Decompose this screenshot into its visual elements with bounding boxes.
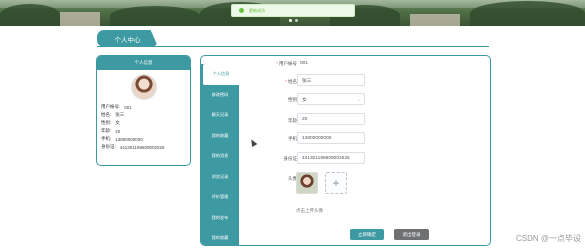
plus-icon: + — [332, 176, 340, 190]
banner-tree — [470, 1, 585, 26]
info-label: 用户帐号: — [101, 104, 121, 109]
name-input[interactable]: 张三 — [297, 74, 365, 86]
menu-item-chat-history[interactable]: 聊天记录 — [201, 105, 239, 126]
info-row: 姓名: 张三 — [97, 111, 190, 119]
info-value: 13800000000 — [115, 136, 143, 142]
carousel-dot[interactable] — [289, 19, 292, 22]
info-row: 年龄: 20 — [97, 127, 190, 135]
submit-button[interactable]: 立即确定 — [350, 229, 384, 240]
user-info-card: 个人信息 用户帐号: 001 姓名: 张三 性别: 女 年龄: 20 手机: 1… — [96, 55, 191, 166]
profile-panel: 个人信息 修改密码 聊天记录 我的收藏 我的消息 浏览记录 评价管理 我的发布 … — [200, 55, 491, 246]
menu-item-my-posts[interactable]: 我的发布 — [201, 208, 239, 229]
menu-item-change-password[interactable]: 修改密码 — [201, 85, 239, 106]
phone-input[interactable]: 13800000000 — [297, 132, 365, 144]
info-label: 手机: — [101, 136, 112, 141]
avatar-label: 头像 — [288, 176, 297, 181]
success-toast: 更新成功 — [231, 4, 355, 17]
title-divider — [97, 46, 489, 47]
carousel-dot[interactable] — [295, 19, 298, 22]
info-label: 年龄: — [101, 128, 112, 133]
info-label: 性别: — [101, 120, 112, 125]
chevron-down-icon: ⌄ — [357, 97, 361, 102]
menu-item-my-favorites[interactable]: 我的收藏 — [201, 228, 239, 245]
menu-item-profile[interactable]: 个人信息 — [203, 64, 239, 85]
name-label: *姓名 — [285, 79, 297, 84]
avatar-preview[interactable] — [296, 172, 318, 194]
info-row: 用户帐号: 001 — [97, 103, 190, 111]
id-card-label: 身份证 — [283, 156, 298, 161]
age-input[interactable]: 20 — [297, 113, 365, 125]
banner-building — [60, 12, 100, 26]
age-label: 年龄 — [288, 118, 297, 123]
logout-button[interactable]: 退出登录 — [394, 229, 429, 240]
info-value: 441301198609002526 — [119, 144, 165, 150]
banner-tree — [110, 6, 200, 26]
user-card-header: 个人信息 — [97, 56, 190, 70]
info-value: 女 — [115, 120, 120, 125]
banner-tree — [0, 4, 60, 26]
gender-select-value: 女 — [302, 97, 307, 103]
menu-item-reviews[interactable]: 评价管理 — [201, 187, 239, 208]
toast-message: 更新成功 — [249, 7, 265, 13]
menu-item-favorites[interactable]: 我的收藏 — [201, 126, 239, 147]
info-row: 性别: 女 — [97, 119, 190, 127]
menu-item-messages[interactable]: 我的消息 — [201, 146, 239, 167]
user-avatar — [130, 74, 157, 100]
info-label: 身份证: — [101, 144, 116, 149]
info-value: 001 — [124, 104, 132, 110]
account-label: *用户帐号 — [276, 61, 297, 66]
avatar-upload-button[interactable]: + — [325, 172, 347, 194]
success-icon — [239, 8, 244, 13]
info-row: 身份证: 441301198609002526 — [97, 143, 190, 151]
account-value: 001 — [300, 61, 309, 66]
upload-hint: 点击上传头像 — [296, 208, 323, 213]
id-card-input[interactable]: 441301198609002526 — [297, 152, 365, 164]
info-value: 20 — [115, 128, 121, 134]
side-menu: 个人信息 修改密码 聊天记录 我的收藏 我的消息 浏览记录 评价管理 我的发布 … — [201, 64, 239, 245]
info-row: 手机: 13800000000 — [97, 135, 190, 143]
menu-item-browse-history[interactable]: 浏览记录 — [201, 167, 239, 188]
info-label: 姓名: — [101, 112, 112, 117]
info-value: 张三 — [115, 112, 125, 117]
gender-select[interactable]: 女 ⌄ — [297, 93, 365, 105]
watermark: CSDN @一点毕设 — [515, 234, 581, 243]
gender-label: 性别 — [288, 97, 297, 102]
banner-building — [410, 14, 460, 26]
page-title: 个人中心 — [97, 30, 158, 47]
